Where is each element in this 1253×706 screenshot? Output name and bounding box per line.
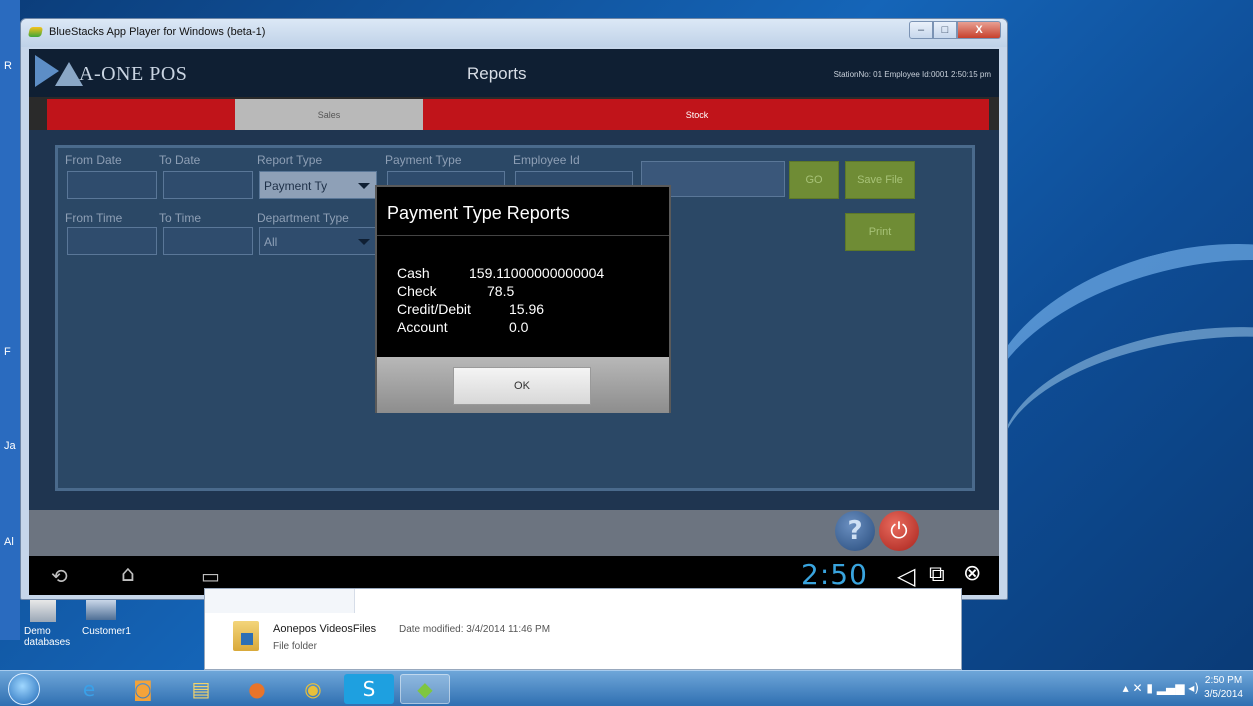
- folder-date-modified: Date modified: 3/4/2014 11:46 PM: [399, 624, 551, 635]
- account-label: Account: [397, 319, 448, 335]
- save-file-button[interactable]: Save File: [845, 161, 915, 199]
- folder-type: File folder: [273, 641, 317, 652]
- window-controls: – □ X: [909, 21, 1001, 39]
- folder-icon[interactable]: [233, 621, 259, 651]
- desktop-icon-customer1[interactable]: Customer1: [82, 600, 142, 637]
- tray-time: 2:50 PM: [1204, 675, 1243, 686]
- station-info: StationNo: 01 Employee Id:0001 2:50:15 p…: [833, 70, 991, 79]
- close-circle-icon[interactable]: ⊗: [963, 561, 981, 586]
- print-button[interactable]: Print: [845, 213, 915, 251]
- from-time-field[interactable]: [67, 227, 157, 255]
- credit-debit-value: 15.96: [509, 301, 545, 317]
- tab-sales[interactable]: Sales: [235, 99, 423, 137]
- account-row: Account 0.0: [397, 319, 528, 335]
- from-date-field[interactable]: [67, 171, 157, 199]
- start-button[interactable]: [8, 673, 40, 705]
- desktop-label-fragment: Ja: [4, 440, 16, 452]
- back-icon[interactable]: ⟲: [51, 564, 68, 588]
- to-date-label: To Date: [159, 153, 201, 167]
- department-type-select[interactable]: All: [259, 227, 377, 255]
- credit-debit-label: Credit/Debit: [397, 301, 471, 317]
- tab-stock[interactable]: Stock: [607, 99, 787, 130]
- window-title: BlueStacks App Player for Windows (beta-…: [49, 26, 266, 38]
- android-screen: A-ONE POS Reports StationNo: 01 Employee…: [29, 49, 999, 595]
- department-type-value: All: [264, 235, 278, 249]
- system-tray-icons[interactable]: ▴ ✕ ▮ ▂▄▆ ◂): [1123, 681, 1199, 695]
- from-time-label: From Time: [65, 211, 123, 225]
- dialog-title: Payment Type Reports: [387, 203, 570, 223]
- desktop-icon-label: Customer1: [82, 626, 131, 637]
- chevron-down-icon: [358, 183, 370, 189]
- cash-row: Cash 159.11000000000004: [397, 265, 604, 281]
- minimize-button[interactable]: –: [909, 21, 933, 39]
- desktop-icon-label: Demo databases: [24, 626, 71, 648]
- to-date-field[interactable]: [163, 171, 253, 199]
- account-value: 0.0: [509, 319, 529, 335]
- app-header: A-ONE POS Reports StationNo: 01 Employee…: [29, 49, 999, 97]
- payment-type-dialog: Payment Type Reports Cash 159.1100000000…: [375, 185, 671, 413]
- tray-date: 3/5/2014: [1204, 689, 1243, 700]
- bluestacks-window: BlueStacks App Player for Windows (beta-…: [20, 18, 1008, 600]
- outlook-icon[interactable]: ◙: [118, 674, 168, 704]
- cash-value: 159.11000000000004: [469, 265, 605, 281]
- payment-type-label: Payment Type: [385, 153, 462, 167]
- power-icon[interactable]: ⏻: [879, 511, 919, 551]
- cash-label: Cash: [397, 265, 430, 281]
- window-titlebar[interactable]: BlueStacks App Player for Windows (beta-…: [21, 19, 1007, 47]
- go-button[interactable]: GO: [789, 161, 839, 199]
- desktop-label-fragment: F: [4, 346, 11, 358]
- to-time-label: To Time: [159, 211, 202, 225]
- bluestacks-taskbar-icon[interactable]: ◆: [400, 674, 450, 704]
- firefox-icon[interactable]: ●: [232, 674, 282, 704]
- maximize-button[interactable]: □: [933, 21, 957, 39]
- check-label: Check: [397, 283, 437, 299]
- report-type-label: Report Type: [257, 153, 323, 167]
- dialog-footer: OK: [377, 357, 669, 413]
- book-icon: [30, 600, 56, 622]
- from-date-label: From Date: [65, 153, 122, 167]
- share-icon[interactable]: ◁: [897, 562, 915, 590]
- skype-icon[interactable]: S: [344, 674, 394, 704]
- close-button[interactable]: X: [957, 21, 1001, 39]
- taskbar: e ◙ ▤ ● ◉ S ◆ ▴ ✕ ▮ ▂▄▆ ◂) 2:50 PM 3/5/2…: [0, 670, 1253, 706]
- divider: [377, 235, 669, 236]
- employee-id-label: Employee Id: [513, 153, 580, 167]
- folder-name[interactable]: Aonepos VideosFiles: [273, 623, 376, 635]
- desktop-left-edge: R F Ja Al: [0, 0, 20, 640]
- file-explorer-icon[interactable]: ▤: [176, 674, 226, 704]
- report-tabs: Sales Stock: [47, 99, 989, 137]
- explorer-nav-pane: [205, 589, 355, 613]
- desktop-label-fragment: Al: [4, 536, 14, 548]
- recents-icon[interactable]: ▭: [201, 564, 220, 588]
- computer-icon: [86, 600, 116, 620]
- window-icon[interactable]: ⧉: [929, 562, 945, 587]
- home-icon[interactable]: ⌂: [121, 562, 135, 587]
- internet-explorer-icon[interactable]: e: [64, 674, 114, 704]
- report-type-select[interactable]: Payment Ty: [259, 171, 377, 199]
- report-type-value: Payment Ty: [264, 179, 328, 193]
- bluestacks-icon: [27, 27, 44, 37]
- chrome-icon[interactable]: ◉: [288, 674, 338, 704]
- chevron-down-icon: [358, 239, 370, 245]
- explorer-window: Aonepos VideosFiles Date modified: 3/4/2…: [204, 588, 962, 670]
- ok-button[interactable]: OK: [453, 367, 591, 405]
- android-clock: 2:50: [801, 558, 868, 591]
- check-value: 78.5: [487, 283, 515, 299]
- check-row: Check 78.5: [397, 283, 514, 299]
- department-type-label: Department Type: [257, 211, 349, 225]
- help-icon[interactable]: ?: [835, 511, 875, 551]
- app-logo: A-ONE POS: [79, 63, 188, 85]
- desktop-icon-demo-databases[interactable]: Demo databases: [24, 600, 71, 648]
- desktop-label-fragment: R: [4, 60, 12, 72]
- credit-debit-row: Credit/Debit 15.96: [397, 301, 544, 317]
- page-title: Reports: [467, 64, 527, 83]
- to-time-field[interactable]: [163, 227, 253, 255]
- tray-clock[interactable]: 2:50 PM 3/5/2014: [1204, 674, 1243, 702]
